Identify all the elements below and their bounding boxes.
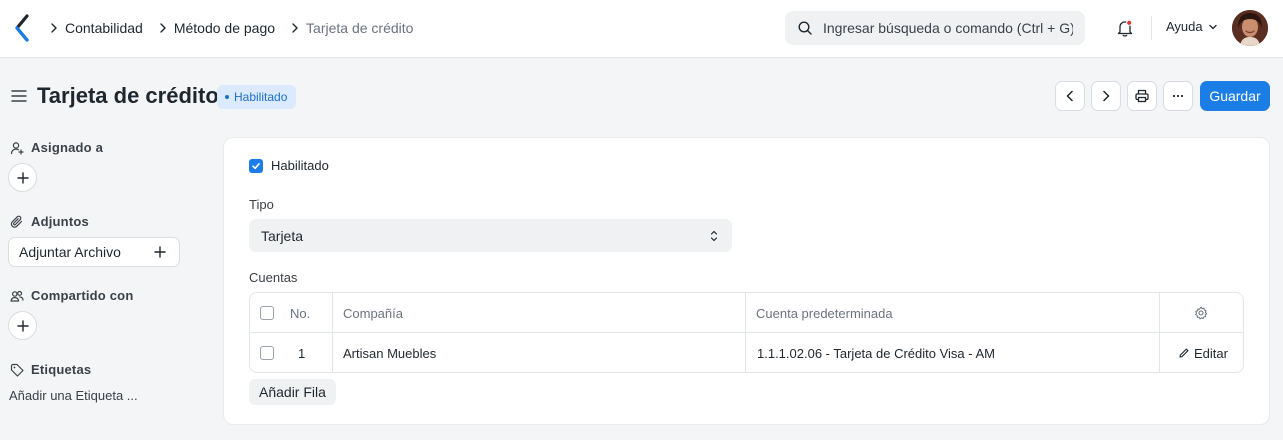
next-record-button[interactable] [1091, 81, 1121, 111]
user-add-icon [10, 141, 24, 155]
users-icon [10, 290, 24, 302]
search-icon [798, 21, 812, 35]
select-arrows-icon [710, 230, 718, 241]
plus-icon [16, 319, 29, 332]
status-badge: Habilitado [217, 85, 297, 109]
search-input[interactable] [823, 20, 1073, 36]
menu-icon[interactable] [10, 87, 28, 105]
form-card: Habilitado Tipo Tarjeta Cuentas No. Comp… [223, 137, 1270, 425]
type-value: Tarjeta [261, 227, 304, 244]
attach-file-button[interactable]: Adjuntar Archivo [8, 237, 180, 267]
breadcrumb-item-accounting[interactable]: Contabilidad [46, 20, 155, 36]
help-dropdown[interactable]: Ayuda [1166, 19, 1219, 34]
previous-record-button[interactable] [1055, 81, 1085, 111]
header-no: No. [290, 305, 311, 321]
chevron-right-icon [1103, 90, 1110, 102]
ellipsis-icon [1172, 94, 1184, 98]
breadcrumb-item-current[interactable]: Tarjeta de crédito [287, 20, 425, 36]
header-default-account: Cuenta predeterminada [756, 305, 893, 321]
accounts-table: No. Compañía Cuenta predeterminada 1 Art… [249, 292, 1244, 373]
check-icon [252, 162, 260, 169]
select-all-checkbox[interactable] [260, 306, 274, 320]
row-company[interactable]: Artisan Muebles [343, 333, 436, 372]
row-default-account[interactable]: 1.1.1.02.06 - Tarjeta de Crédito Visa - … [757, 333, 995, 372]
shared-with-section: Compartido con [10, 288, 133, 303]
navbar-divider [1151, 16, 1152, 40]
pencil-icon [1179, 348, 1189, 358]
header-company: Compañía [343, 305, 403, 321]
add-share-button[interactable] [8, 311, 37, 340]
table-header-row: No. Compañía Cuenta predeterminada [250, 293, 1243, 333]
breadcrumb: Contabilidad Método de pago Tarjeta de c… [46, 0, 425, 56]
user-avatar[interactable] [1232, 10, 1268, 46]
row-select-cell [260, 333, 274, 372]
assigned-to-label: Asignado a [31, 140, 104, 155]
attachments-label: Adjuntos [31, 214, 89, 229]
avatar-image [1232, 10, 1268, 46]
print-button[interactable] [1127, 81, 1157, 111]
tags-label: Etiquetas [31, 362, 92, 377]
attach-file-label: Adjuntar Archivo [19, 244, 121, 260]
save-button[interactable]: Guardar [1200, 81, 1270, 111]
add-assignee-button[interactable] [8, 163, 37, 192]
enabled-checkbox-row[interactable]: Habilitado [249, 158, 329, 173]
attachments-section: Adjuntos [10, 214, 89, 229]
breadcrumb-label: Tarjeta de crédito [306, 20, 414, 36]
add-row-button[interactable]: Añadir Fila [249, 379, 336, 405]
search-bar[interactable] [785, 11, 1085, 45]
enabled-checkbox[interactable] [249, 158, 263, 173]
edit-row-button[interactable]: Editar [1178, 346, 1228, 361]
select-all-cell [260, 293, 274, 333]
shared-with-label: Compartido con [31, 288, 134, 303]
chevron-left-icon [1066, 90, 1073, 102]
breadcrumb-label: Método de pago [173, 20, 276, 36]
status-dot [225, 95, 229, 99]
help-label: Ayuda [1166, 19, 1203, 34]
row-checkbox[interactable] [260, 346, 274, 360]
page-title: Tarjeta de crédito [37, 83, 219, 108]
status-label: Habilitado [234, 90, 288, 104]
chevron-right-icon [160, 23, 166, 33]
top-navbar: Contabilidad Método de pago Tarjeta de c… [0, 0, 1283, 58]
accounts-label: Cuentas [249, 270, 298, 285]
breadcrumb-item-payment-method[interactable]: Método de pago [155, 20, 287, 36]
table-row[interactable]: 1 Artisan Muebles 1.1.1.02.06 - Tarjeta … [250, 333, 1243, 372]
edit-label: Editar [1194, 345, 1228, 361]
add-tag-link[interactable]: Añadir una Etiqueta ... [9, 388, 138, 403]
breadcrumb-label: Contabilidad [65, 20, 143, 36]
row-no: 1 [298, 345, 306, 361]
printer-icon [1135, 89, 1149, 103]
chevron-right-icon [51, 23, 57, 33]
chevron-down-icon [1208, 24, 1217, 29]
app-logo-icon[interactable] [14, 14, 30, 42]
plus-icon [154, 246, 166, 258]
plus-icon [16, 171, 29, 184]
more-actions-button[interactable] [1163, 81, 1193, 111]
assigned-to-section: Asignado a [10, 140, 103, 155]
enabled-label: Habilitado [271, 158, 329, 173]
tags-section: Etiquetas [10, 362, 91, 377]
type-label: Tipo [249, 197, 274, 212]
tag-icon [10, 363, 24, 377]
gear-icon[interactable] [1194, 306, 1208, 320]
type-select[interactable]: Tarjeta [249, 219, 732, 252]
row-edit-cell: Editar [1178, 333, 1228, 372]
paperclip-icon [10, 215, 23, 228]
chevron-right-icon [292, 23, 298, 33]
notification-bell-icon[interactable] [1115, 18, 1135, 38]
column-settings-cell [1194, 293, 1208, 333]
